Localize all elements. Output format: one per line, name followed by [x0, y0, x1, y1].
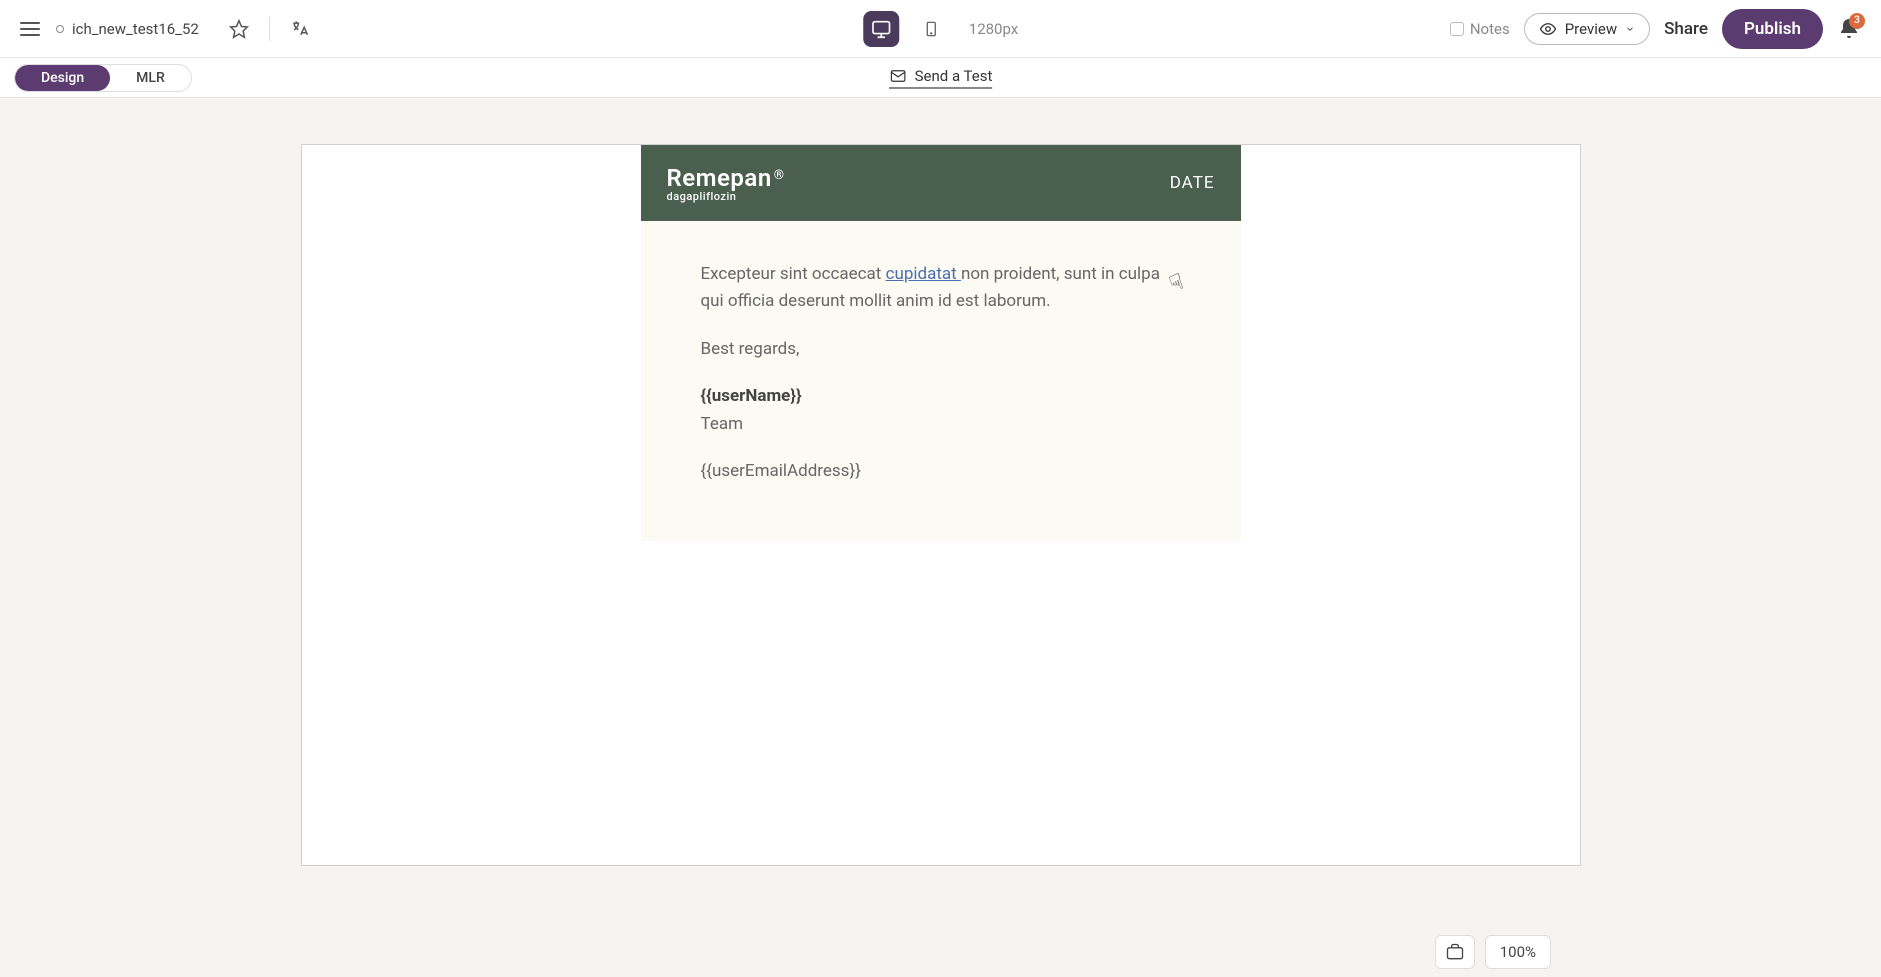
- secondary-toolbar: Design MLR Send a Test: [0, 58, 1881, 98]
- document-title: ich_new_test16_52: [72, 20, 199, 38]
- device-switcher: 1280px: [863, 11, 1018, 47]
- checkbox-icon: [1450, 22, 1464, 36]
- email-paragraph: Excepteur sint occaecat cupidatat non pr…: [701, 261, 1181, 315]
- preview-button[interactable]: Preview: [1524, 13, 1650, 45]
- top-header: ich_new_test16_52 1280px Notes Preview S…: [0, 0, 1881, 58]
- signature-team: Team: [701, 414, 744, 434]
- doc-title-wrap[interactable]: ich_new_test16_52: [56, 20, 199, 38]
- send-test-label: Send a Test: [915, 67, 993, 85]
- preview-label: Preview: [1565, 20, 1617, 38]
- notes-label: Notes: [1470, 20, 1510, 38]
- language-icon[interactable]: [290, 19, 310, 39]
- registered-mark: ®: [774, 168, 784, 183]
- mail-icon: [889, 67, 907, 85]
- chevron-down-icon: [1625, 24, 1635, 34]
- briefcase-icon: [1445, 942, 1465, 962]
- email-signature-block: {{userName}} Team: [701, 383, 1181, 437]
- notifications-button[interactable]: 3: [1837, 17, 1861, 41]
- canvas-frame[interactable]: Remepan® dagapliflozin DATE Excepteur si…: [301, 144, 1581, 866]
- email-header: Remepan® dagapliflozin DATE: [641, 145, 1241, 221]
- desktop-device-button[interactable]: [863, 11, 899, 47]
- menu-icon[interactable]: [20, 19, 40, 39]
- tab-mlr[interactable]: MLR: [110, 65, 191, 91]
- status-dot-icon: [56, 25, 64, 33]
- notification-count-badge: 3: [1849, 13, 1865, 29]
- bottom-controls: 100%: [1435, 935, 1551, 969]
- top-left-group: ich_new_test16_52: [20, 17, 310, 41]
- email-body[interactable]: Excepteur sint occaecat cupidatat non pr…: [641, 221, 1241, 541]
- top-right-group: Notes Preview Share Publish 3: [1450, 9, 1861, 49]
- notes-toggle[interactable]: Notes: [1450, 20, 1510, 38]
- share-button[interactable]: Share: [1664, 19, 1708, 39]
- star-icon[interactable]: [229, 19, 249, 39]
- signature-name: {{userName}}: [701, 386, 802, 406]
- canvas-area: Remepan® dagapliflozin DATE Excepteur si…: [0, 98, 1881, 866]
- signature-email: {{userEmailAddress}}: [701, 458, 1181, 485]
- viewport-width-label: 1280px: [969, 20, 1018, 38]
- mode-segmented-control: Design MLR: [14, 64, 192, 92]
- mobile-device-button[interactable]: [913, 11, 949, 47]
- zoom-level[interactable]: 100%: [1485, 935, 1551, 969]
- briefcase-button[interactable]: [1435, 935, 1475, 969]
- eye-icon: [1539, 20, 1557, 38]
- send-test-button[interactable]: Send a Test: [889, 67, 993, 89]
- email-preview[interactable]: Remepan® dagapliflozin DATE Excepteur si…: [641, 145, 1241, 541]
- brand-name: Remepan: [667, 164, 772, 192]
- brand-block: Remepan® dagapliflozin: [667, 164, 784, 203]
- email-link[interactable]: cupidatat: [886, 264, 961, 284]
- divider: [269, 17, 270, 41]
- tab-design[interactable]: Design: [15, 65, 110, 91]
- para-text-before: Excepteur sint occaecat: [701, 264, 886, 284]
- date-placeholder: DATE: [1170, 173, 1215, 193]
- publish-button[interactable]: Publish: [1722, 9, 1823, 49]
- email-regards: Best regards,: [701, 336, 1181, 363]
